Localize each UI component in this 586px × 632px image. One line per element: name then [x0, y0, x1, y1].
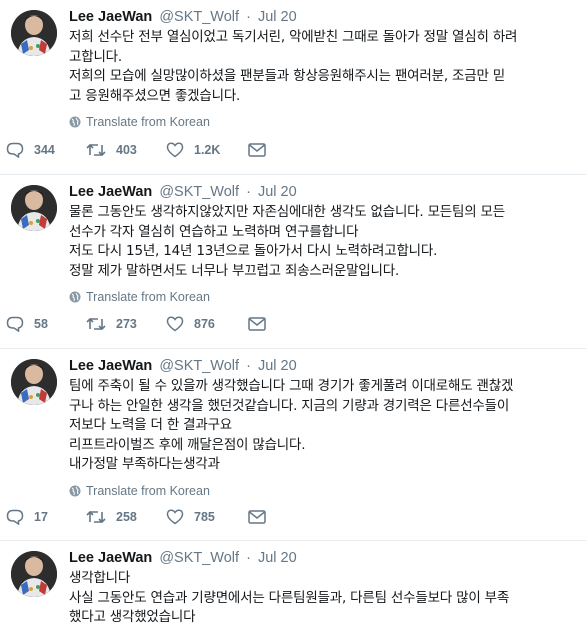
retweet-icon [86, 317, 106, 331]
heart-icon [166, 142, 184, 158]
heart-icon [166, 509, 184, 525]
tweet-text: 저희 선수단 전부 열심이었고 독기서린, 악에받친 그때로 돌아가 정말 열심… [69, 28, 572, 106]
tweet-text-line: 했다고 생각했었습니다 [69, 609, 196, 626]
tweet-text-line: 내가정말 부족하다는생각과 [69, 456, 220, 473]
tweet-body: Lee JaeWan @SKT_Wolf · Jul 20 팀에 주축이 될 수… [69, 356, 572, 500]
reply-button[interactable]: 344 [6, 142, 86, 158]
display-name[interactable]: Lee JaeWan [69, 184, 152, 200]
tweet[interactable]: Lee JaeWan @SKT_Wolf · Jul 20 저희 선수단 전부 … [0, 0, 586, 175]
envelope-icon [248, 143, 266, 157]
tweet-body: Lee JaeWan @SKT_Wolf · Jul 20 물론 그동안도 생각… [69, 182, 572, 306]
retweet-button[interactable]: 403 [86, 142, 166, 158]
user-handle[interactable]: @SKT_Wolf [159, 184, 239, 200]
tweet-text-line: 저희 선수단 전부 열심이었고 독기서린, 악에받친 그때로 돌아가 정말 열심… [69, 29, 518, 45]
reply-count: 58 [34, 317, 48, 331]
tweet-date[interactable]: Jul 20 [258, 9, 297, 25]
direct-message-button[interactable] [248, 143, 328, 157]
translate-link[interactable]: Translate from Korean [69, 482, 572, 500]
like-button[interactable]: 785 [166, 509, 248, 525]
user-handle[interactable]: @SKT_Wolf [159, 358, 239, 374]
reply-button[interactable]: 17 [6, 509, 86, 525]
like-count: 785 [194, 510, 215, 524]
display-name[interactable]: Lee JaeWan [69, 358, 152, 374]
tweet-text-line: 고 응원해주셨으면 좋겠습니다. [69, 87, 241, 104]
user-handle[interactable]: @SKT_Wolf [159, 550, 239, 566]
like-button[interactable]: 1.2K [166, 142, 248, 158]
reply-count: 17 [34, 510, 48, 524]
tweet-body: Lee JaeWan @SKT_Wolf · Jul 20 저희 선수단 전부 … [69, 7, 572, 131]
retweet-button[interactable]: 273 [86, 316, 166, 332]
reply-icon [6, 316, 24, 332]
tweet-text-line: 리프트라이벌즈 후에 깨달은점이 많습니다. [69, 436, 306, 453]
like-count: 876 [194, 317, 215, 331]
envelope-icon [248, 317, 266, 331]
tweet-header: Lee JaeWan @SKT_Wolf · Jul 20 [69, 182, 572, 202]
heart-icon [166, 316, 184, 332]
timeline: Lee JaeWan @SKT_Wolf · Jul 20 저희 선수단 전부 … [0, 0, 586, 632]
retweet-count: 258 [116, 510, 137, 524]
direct-message-button[interactable] [248, 510, 328, 524]
user-handle[interactable]: @SKT_Wolf [159, 9, 239, 25]
tweet-text: 팀에 주축이 될 수 있을까 생각했습니다 그때 경기가 좋게풀려 이대로해도 … [69, 377, 572, 475]
globe-icon [69, 116, 81, 128]
retweet-icon [86, 510, 106, 524]
tweet-text-line: 구나 하는 안일한 생각을 했던것같습니다. 지금의 기량과 경기력은 다른선수… [69, 397, 510, 414]
display-name[interactable]: Lee JaeWan [69, 9, 152, 25]
tweet[interactable]: Lee JaeWan @SKT_Wolf · Jul 20 팀에 주축이 될 수… [0, 349, 586, 541]
reply-count: 344 [34, 143, 55, 157]
tweet[interactable]: Lee JaeWan @SKT_Wolf · Jul 20 물론 그동안도 생각… [0, 175, 586, 349]
separator-dot: · [246, 550, 251, 566]
tweet[interactable]: Lee JaeWan @SKT_Wolf · Jul 20 생각합니다 사실 그… [0, 541, 586, 632]
translate-link[interactable]: Translate from Korean [69, 113, 572, 131]
retweet-icon [86, 143, 106, 157]
tweet-text-line: 저희의 모습에 실망많이하셨을 팬분들과 항상응원해주시는 팬여러분, 조금만 … [69, 68, 505, 85]
tweet-header: Lee JaeWan @SKT_Wolf · Jul 20 [69, 548, 572, 568]
separator-dot: · [246, 9, 251, 25]
tweet-text-line: 사실 그동안도 연습과 기량면에서는 다른팀원들과, 다른팀 선수들보다 많이 … [69, 589, 510, 606]
avatar[interactable] [11, 185, 57, 231]
tweet-actions: 344 403 1.2K [6, 142, 586, 158]
translate-label: Translate from Korean [86, 290, 210, 305]
avatar[interactable] [11, 551, 57, 597]
tweet-header: Lee JaeWan @SKT_Wolf · Jul 20 [69, 7, 572, 27]
tweet-date[interactable]: Jul 20 [258, 550, 297, 566]
retweet-count: 273 [116, 317, 137, 331]
tweet-actions: 58 273 876 [6, 316, 586, 332]
tweet-date[interactable]: Jul 20 [258, 184, 297, 200]
translate-label: Translate from Korean [86, 483, 210, 498]
display-name[interactable]: Lee JaeWan [69, 550, 152, 566]
tweet-text-line: 물론 그동안도 생각하지않았지만 자존심에대한 생각도 없습니다. 모든팀의 모… [69, 204, 505, 220]
separator-dot: · [246, 358, 251, 374]
tweet-text: 물론 그동안도 생각하지않았지만 자존심에대한 생각도 없습니다. 모든팀의 모… [69, 203, 572, 281]
tweet-body: Lee JaeWan @SKT_Wolf · Jul 20 생각합니다 사실 그… [69, 548, 572, 628]
direct-message-button[interactable] [248, 317, 328, 331]
tweet-text-line: 선수가 각자 열심히 연습하고 노력하며 연구를합니다 [69, 223, 359, 240]
tweet-date[interactable]: Jul 20 [258, 358, 297, 374]
retweet-count: 403 [116, 143, 137, 157]
reply-icon [6, 509, 24, 525]
retweet-button[interactable]: 258 [86, 509, 166, 525]
avatar[interactable] [11, 359, 57, 405]
like-button[interactable]: 876 [166, 316, 248, 332]
tweet-actions: 17 258 785 [6, 509, 586, 525]
avatar[interactable] [11, 10, 57, 56]
envelope-icon [248, 510, 266, 524]
tweet-text-line: 정말 제가 말하면서도 너무나 부끄럽고 죄송스러운말입니다. [69, 262, 400, 279]
translate-link[interactable]: Translate from Korean [69, 288, 572, 306]
tweet-text-line: 저도 다시 15년, 14년 13년으로 돌아가서 다시 노력하려고합니다. [69, 243, 438, 260]
translate-label: Translate from Korean [86, 115, 210, 130]
tweet-text: 생각합니다 사실 그동안도 연습과 기량면에서는 다른팀원들과, 다른팀 선수들… [69, 569, 572, 628]
like-count: 1.2K [194, 143, 221, 157]
reply-icon [6, 142, 24, 158]
tweet-text-line: 고합니다. [69, 48, 122, 65]
tweet-header: Lee JaeWan @SKT_Wolf · Jul 20 [69, 356, 572, 376]
tweet-text-line: 생각합니다 [69, 570, 131, 586]
reply-button[interactable]: 58 [6, 316, 86, 332]
tweet-text-line: 저보다 노력을 더 한 결과구요 [69, 417, 233, 434]
tweet-text-line: 팀에 주축이 될 수 있을까 생각했습니다 그때 경기가 좋게풀려 이대로해도 … [69, 378, 514, 394]
globe-icon [69, 291, 81, 303]
globe-icon [69, 485, 81, 497]
separator-dot: · [246, 184, 251, 200]
